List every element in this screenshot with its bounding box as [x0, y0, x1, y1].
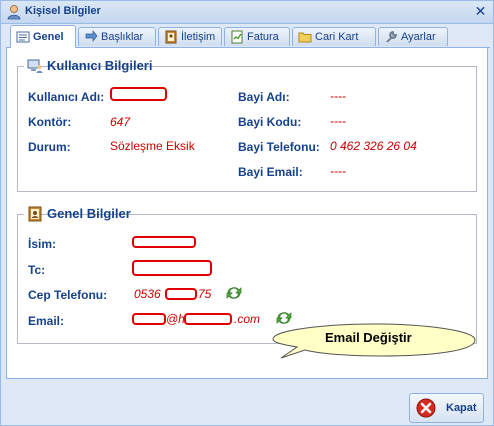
tab-label: Genel — [33, 31, 64, 43]
kontor-label: Kontör: — [28, 115, 72, 129]
close-icon[interactable]: ✕ — [473, 4, 488, 19]
bayi-adi-value: ---- — [330, 89, 346, 103]
folder-icon — [298, 30, 312, 44]
tab-genel[interactable]: Genel — [10, 25, 76, 48]
address-book-icon — [27, 206, 43, 222]
isim-label: İsim: — [28, 237, 57, 251]
cep-redacted — [165, 288, 197, 300]
close-button[interactable]: Kapat — [409, 393, 484, 423]
email-domain-mid: @h — [166, 312, 185, 326]
tab-cari-kart[interactable]: Cari Kart — [292, 27, 376, 46]
user-info-legend: Kullanıcı Bilgileri — [24, 57, 152, 77]
tooltip-text: Email Değiştir — [325, 330, 412, 345]
tc-label: Tc: — [28, 263, 46, 277]
contact-book-icon — [164, 30, 178, 44]
cancel-icon — [416, 398, 436, 418]
wrench-icon — [384, 30, 398, 44]
title-bar[interactable]: Kişisel Bilgiler ✕ — [1, 1, 493, 24]
isim-redacted — [132, 236, 196, 248]
bayi-email-label: Bayi Email: — [238, 165, 303, 179]
tab-label: Cari Kart — [315, 31, 359, 43]
cep-prefix: 0536 — [134, 287, 161, 301]
email-user-redacted — [132, 313, 166, 325]
tab-basliklar[interactable]: Başlıklar — [78, 27, 156, 46]
tc-redacted — [132, 260, 212, 276]
window-title: Kişisel Bilgiler — [25, 5, 101, 17]
email-label: Email: — [28, 314, 65, 328]
bayi-kodu-value: ---- — [330, 114, 346, 128]
computer-user-icon — [27, 58, 43, 74]
bayi-telefonu-value: 0 462 326 26 04 — [330, 139, 417, 153]
invoice-icon — [230, 30, 244, 44]
tab-ayarlar[interactable]: Ayarlar — [378, 27, 448, 46]
close-button-label: Kapat — [446, 402, 477, 414]
refresh-phone-icon[interactable] — [225, 285, 243, 301]
durum-value: Sözleşme Eksik — [110, 139, 195, 153]
arrow-icon — [84, 30, 98, 44]
email-suffix: .com — [234, 312, 261, 326]
bayi-kodu-label: Bayi Kodu: — [238, 115, 302, 129]
tab-strip: Genel Başlıklar İletişim Fatura Cari Kar… — [6, 25, 490, 48]
username-redacted — [110, 87, 167, 101]
tab-label: İletişim — [181, 31, 216, 43]
cep-suffix: 75 — [198, 287, 212, 301]
bayi-telefonu-label: Bayi Telefonu: — [238, 140, 320, 154]
cep-label: Cep Telefonu: — [28, 288, 108, 302]
user-info-group: Kullanıcı Bilgileri Kullanıcı Adı: Kontö… — [17, 57, 477, 192]
kontor-value: 647 — [110, 115, 131, 129]
tab-label: Ayarlar — [401, 31, 436, 43]
general-info-legend: Genel Bilgiler — [24, 205, 131, 225]
personal-info-window: Kişisel Bilgiler ✕ Genel Başlıklar İleti… — [0, 0, 494, 426]
tab-panel-genel: Kullanıcı Bilgileri Kullanıcı Adı: Kontö… — [6, 48, 488, 379]
tab-fatura[interactable]: Fatura — [224, 27, 290, 46]
email-domain-redacted — [184, 313, 232, 325]
general-info-title: Genel Bilgiler — [47, 206, 131, 221]
bayi-adi-label: Bayi Adı: — [238, 90, 290, 104]
tab-iletisim[interactable]: İletişim — [158, 27, 222, 46]
user-icon — [6, 4, 22, 20]
user-info-title: Kullanıcı Bilgileri — [47, 58, 153, 73]
card-icon — [16, 30, 30, 44]
tab-label: Fatura — [247, 31, 279, 43]
durum-label: Durum: — [28, 140, 71, 154]
tab-label: Başlıklar — [101, 31, 144, 43]
username-label: Kullanıcı Adı: — [28, 90, 105, 104]
bayi-email-value: ---- — [330, 164, 346, 178]
